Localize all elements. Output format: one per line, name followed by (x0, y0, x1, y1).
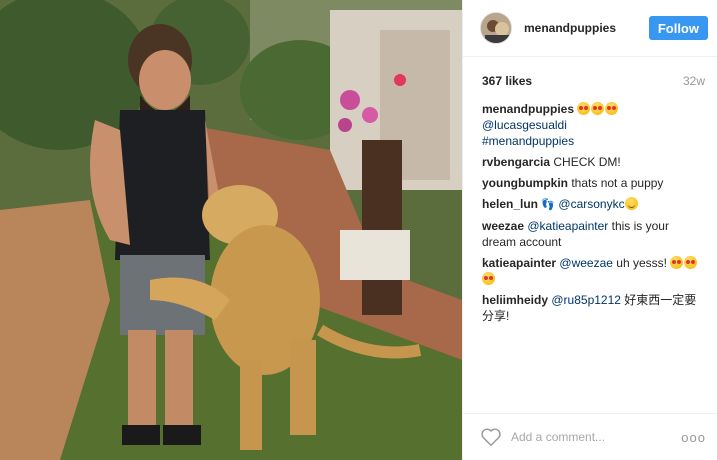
avatar[interactable] (480, 12, 512, 44)
heart-eyes-emoji (684, 256, 698, 269)
heart-eyes-emoji (670, 256, 684, 269)
comment-text: CHECK DM! (553, 155, 621, 169)
comment: katieapainter @weezae uh yesss! (482, 255, 705, 287)
comment: helen_lun 👣 @carsonykc (482, 196, 705, 213)
comment-username[interactable]: rvbengarcia (482, 155, 550, 169)
comment-username[interactable]: youngbumpkin (482, 176, 568, 190)
heart-eyes-emoji (591, 102, 605, 115)
post-meta: 367 likes 32w (482, 72, 705, 90)
comment-text: uh yesss! (616, 256, 667, 270)
comment: rvbengarcia CHECK DM! (482, 154, 705, 170)
add-comment-input[interactable] (511, 430, 682, 444)
heart-eyes-emoji (605, 102, 619, 115)
comment-username[interactable]: weezae (482, 219, 524, 233)
comment-text: thats not a puppy (571, 176, 664, 190)
post-username[interactable]: menandpuppies (524, 21, 649, 35)
follow-button[interactable]: Follow (648, 16, 708, 40)
footprints-emoji: 👣 (541, 199, 556, 211)
avatar-image (481, 13, 511, 43)
comment-mention[interactable]: @carsonykc (558, 197, 624, 211)
post-header: menandpuppies Follow (463, 0, 717, 57)
more-options-icon[interactable]: ooo (681, 430, 706, 445)
photo-illustration (0, 0, 462, 460)
likes-count[interactable]: 367 likes (482, 74, 532, 88)
comment-bar: ooo (463, 413, 717, 460)
comment-username[interactable]: heliimheidy (482, 293, 548, 307)
comment: weezae @katieapainter this is your dream… (482, 218, 705, 250)
comment-mention[interactable]: @weezae (559, 256, 613, 270)
comment-mention[interactable]: @katieapainter (527, 219, 608, 233)
post-age[interactable]: 32w (683, 74, 705, 88)
instagram-post-modal: menandpuppies Follow 367 likes 32w menan… (0, 0, 717, 460)
comment: menandpuppies @lucasgesualdi #menandpupp… (482, 101, 705, 149)
post-side-panel: menandpuppies Follow 367 likes 32w menan… (462, 0, 717, 460)
comment-username[interactable]: helen_lun (482, 197, 538, 211)
comment-username[interactable]: katieapainter (482, 256, 556, 270)
comment: heliimheidy @ru85p1212 好東西一定要分享! (482, 292, 705, 324)
comment: youngbumpkin thats not a puppy (482, 175, 705, 191)
smile-emoji (624, 197, 638, 210)
comments-list: menandpuppies @lucasgesualdi #menandpupp… (482, 101, 705, 329)
like-heart-icon[interactable] (480, 426, 502, 448)
comment-mention[interactable]: @lucasgesualdi (482, 118, 567, 132)
comment-hashtag[interactable]: #menandpuppies (482, 134, 574, 148)
heart-eyes-emoji (482, 272, 495, 285)
post-photo[interactable] (0, 0, 462, 460)
heart-eyes-emoji (577, 102, 591, 115)
comment-mention[interactable]: @ru85p1212 (551, 293, 621, 307)
comment-username[interactable]: menandpuppies (482, 102, 574, 116)
